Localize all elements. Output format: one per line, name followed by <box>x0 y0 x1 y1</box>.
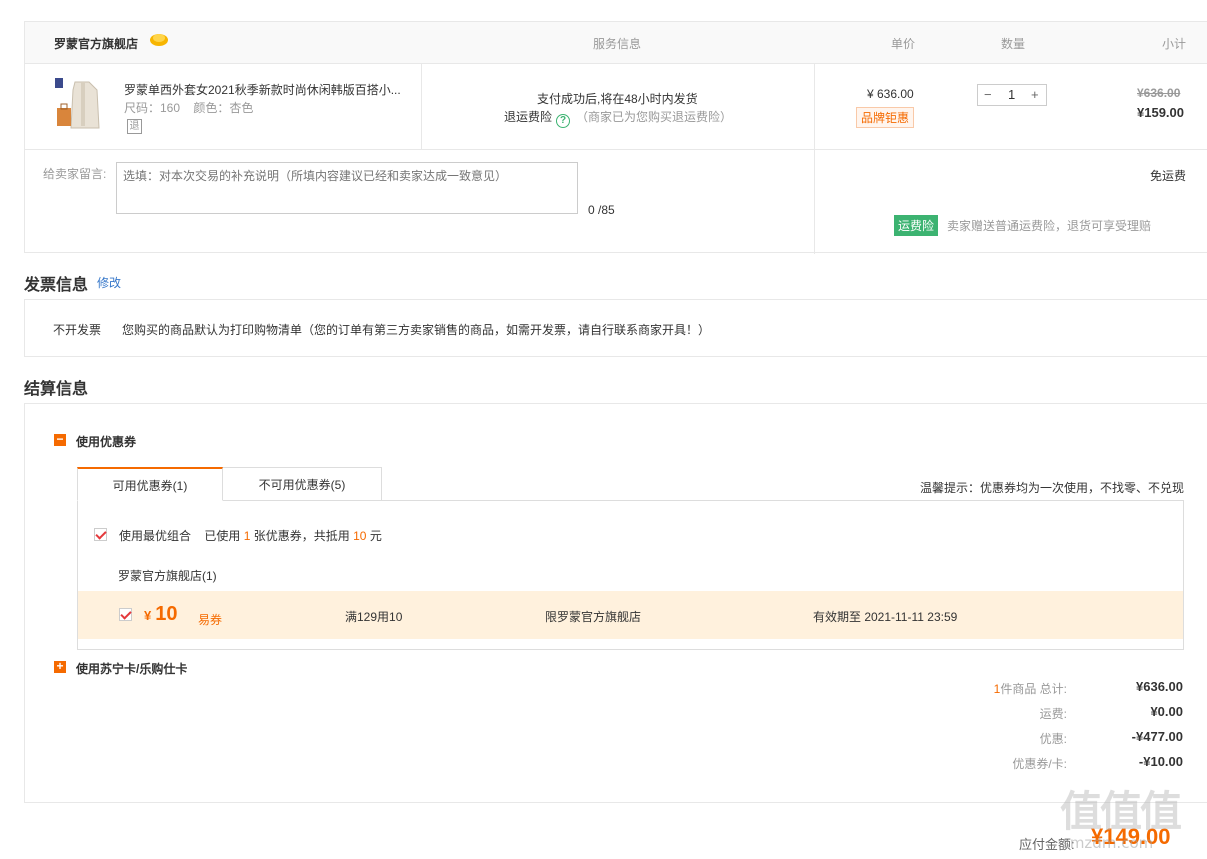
brand-tag: 品牌钜惠 <box>856 107 915 128</box>
increase-button[interactable]: + <box>1031 87 1039 102</box>
message-input[interactable] <box>116 162 578 214</box>
coupon-rule: 满129用10 <box>345 610 403 624</box>
watermark-site: smzdm.com <box>1062 834 1154 852</box>
product-row: 罗蒙单西外套女2021秋季新款时尚休闲韩版百搭小... 尺码：160 颜色：杏色… <box>25 64 1207 150</box>
coupon-type: 易券 <box>198 613 223 627</box>
coupon-item[interactable]: ¥10 易券 满129用10 限罗蒙官方旗舰店 有效期至 2021-11-11 … <box>78 591 1183 639</box>
order-header: 罗蒙官方旗舰店 服务信息 单价 数量 小计 <box>25 22 1207 64</box>
used-suffix: 元 <box>369 529 382 543</box>
unit-price: ¥ 636.00 <box>867 87 914 101</box>
best-combo-line: 使用最优组合 已使用 1 张优惠券，共抵用 10 元 <box>119 527 382 544</box>
summary-shipping: ¥0.00 <box>1150 704 1183 719</box>
new-subtotal: ¥159.00 <box>1137 105 1184 120</box>
header-subtotal: 小计 <box>1162 37 1187 51</box>
summary-coupon: -¥10.00 <box>1138 754 1183 769</box>
used-count: 1 <box>243 529 251 543</box>
insurance-note: （商家已为您购买退运费险） <box>576 110 733 124</box>
message-count: 0 /85 <box>588 203 615 217</box>
coupon-toggle-label[interactable]: 使用优惠券 <box>76 433 136 450</box>
card-toggle-label[interactable]: 使用苏宁卡/乐购仕卡 <box>76 660 187 677</box>
coupon-amount: ¥10 <box>144 603 177 626</box>
shop-name[interactable]: 罗蒙官方旗舰店 <box>54 35 138 52</box>
shop-badge-icon <box>150 34 168 46</box>
coupon-limit: 限罗蒙官方旗舰店 <box>545 610 642 624</box>
invoice-type: 不开发票 <box>53 323 102 337</box>
order-table: 罗蒙官方旗舰店 服务信息 单价 数量 小计 罗蒙单西外套女2021秋季新款时尚休… <box>24 21 1207 254</box>
used-mid: 张优惠券，共抵用 <box>253 529 350 543</box>
old-subtotal: ¥636.00 <box>1137 86 1181 100</box>
coupon-tip: 温馨提示：优惠券均为一次使用，不找零、不兑现 <box>919 481 1184 495</box>
invoice-edit-link[interactable]: 修改 <box>97 274 121 291</box>
message-label: 给卖家留言: <box>43 167 107 181</box>
coupon-store-name: 罗蒙官方旗舰店(1) <box>118 569 217 583</box>
return-insurance: 退运费险? （商家已为您购买退运费险） <box>504 108 732 128</box>
summary-discount: -¥477.00 <box>1131 729 1183 744</box>
coupon-currency: ¥ <box>144 608 152 623</box>
decrease-button[interactable]: − <box>984 87 992 102</box>
freight-insurance-badge: 运费险 <box>894 215 939 236</box>
coupon-checkbox[interactable] <box>119 608 132 621</box>
watermark-logo: 值值值 <box>1060 787 1182 836</box>
used-amount: 10 <box>353 529 367 543</box>
quantity-value[interactable]: 1 <box>1008 87 1015 102</box>
summary-total-label: 1件商品 总计: <box>927 680 1067 697</box>
invoice-text: 您购买的商品默认为打印购物清单（您的订单有第三方卖家销售的商品，如需开发票，请自… <box>122 323 711 337</box>
summary-shipping-label: 运费: <box>1039 707 1067 721</box>
best-combo-label: 使用最优组合 <box>119 529 192 543</box>
insurance-label: 退运费险 <box>504 110 553 124</box>
summary-coupon-label: 优惠券/卡: <box>1012 757 1067 771</box>
product-color: 颜色：杏色 <box>193 101 254 115</box>
quantity-stepper: − 1 + <box>977 84 1047 106</box>
shipping-promise: 支付成功后,将在48小时内发货 <box>537 92 698 106</box>
tab-available-coupons[interactable]: 可用优惠券(1) <box>77 467 223 501</box>
coupon-expiry: 有效期至 2021-11-11 23:59 <box>813 610 958 624</box>
expand-icon[interactable]: + <box>54 660 66 673</box>
free-shipping: 免运费 <box>1150 169 1187 183</box>
summary-total-text: 件商品 总计: <box>1000 682 1067 696</box>
product-title[interactable]: 罗蒙单西外套女2021秋季新款时尚休闲韩版百搭小... <box>124 81 401 98</box>
coupon-value: 10 <box>155 603 178 625</box>
tab-unavailable-coupons[interactable]: 不可用优惠券(5) <box>222 467 382 501</box>
best-combo-checkbox[interactable] <box>94 528 107 541</box>
summary-total: ¥636.00 <box>1136 679 1183 694</box>
product-thumbnail[interactable] <box>53 76 111 138</box>
product-size: 尺码：160 <box>124 101 181 115</box>
header-quantity: 数量 <box>1001 37 1026 51</box>
used-prefix: 已使用 <box>204 529 241 543</box>
help-icon[interactable]: ? <box>556 114 571 128</box>
header-unit-price: 单价 <box>891 37 916 51</box>
product-spec: 尺码：160 颜色：杏色 <box>124 99 263 116</box>
header-service: 服务信息 <box>593 37 642 51</box>
settlement-title: 结算信息 <box>24 381 89 398</box>
invoice-title: 发票信息 <box>24 277 89 294</box>
freight-insurance-note: 卖家赠送普通运费险，退货可享受理赔 <box>947 219 1152 233</box>
invoice-box: 不开发票 您购买的商品默认为打印购物清单（您的订单有第三方卖家销售的商品，如需开… <box>24 299 1207 357</box>
collapse-icon[interactable]: − <box>54 433 66 446</box>
summary-discount-label: 优惠: <box>1039 732 1067 746</box>
return-badge: 退 <box>127 119 142 134</box>
coupon-panel: 使用最优组合 已使用 1 张优惠券，共抵用 10 元 罗蒙官方旗舰店(1) ¥1… <box>77 500 1184 650</box>
